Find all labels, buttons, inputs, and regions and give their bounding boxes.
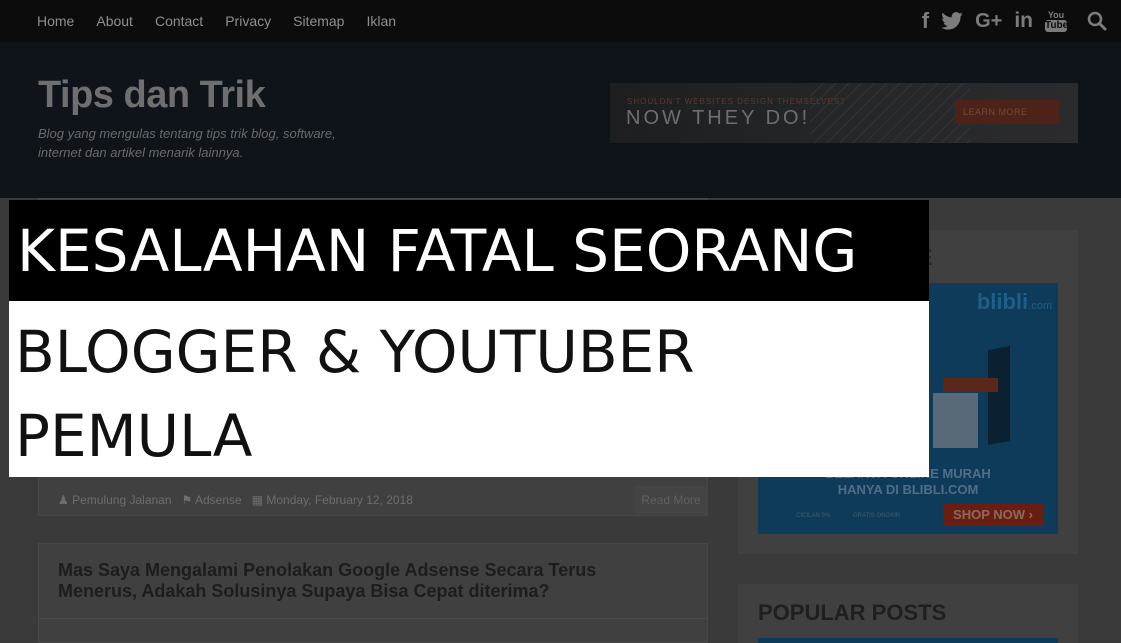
nav-privacy[interactable]: Privacy bbox=[214, 13, 282, 29]
search-icon[interactable] bbox=[1087, 11, 1107, 31]
nav-contact[interactable]: Contact bbox=[144, 13, 214, 29]
calendar-icon: ▦ bbox=[251, 493, 264, 507]
post-meta: ♟ Pemulung Jalanan ⚑ Adsense ▦ Monday, F… bbox=[38, 486, 708, 514]
tag-icon: ⚑ bbox=[181, 493, 193, 507]
youtube-icon-bottom: Tube bbox=[1045, 20, 1069, 32]
post-title[interactable]: Mas Saya Mengalami Penolakan Google Adse… bbox=[58, 560, 678, 602]
banner-pattern bbox=[810, 83, 970, 143]
monitor-illustration bbox=[988, 346, 1010, 445]
blibli-logo-suffix: .com bbox=[1028, 300, 1052, 312]
popular-post-thumbnail[interactable] bbox=[758, 638, 1058, 643]
post-date: Monday, February 12, 2018 bbox=[266, 493, 413, 507]
top-navbar: Home About Contact Privacy Sitemap Iklan… bbox=[0, 0, 1121, 42]
banner-small-text: SHOULDN'T WEBSITES DESIGN THEMSELVES? bbox=[627, 97, 846, 106]
hand-illustration bbox=[943, 378, 998, 392]
nav-sitemap[interactable]: Sitemap bbox=[282, 13, 355, 29]
facebook-icon[interactable]: f bbox=[922, 8, 929, 34]
popular-posts-title: POPULAR POSTS bbox=[758, 600, 947, 625]
divider bbox=[38, 618, 708, 619]
post-author[interactable]: Pemulung Jalanan bbox=[72, 493, 171, 507]
user-icon: ♟ bbox=[58, 493, 69, 507]
banner-learn-more-button[interactable]: LEARN MORE bbox=[955, 100, 1059, 124]
site-header: Tips dan Trik Blog yang mengulas tentang… bbox=[0, 42, 1121, 198]
shop-now-button[interactable]: SHOP NOW › bbox=[943, 504, 1043, 526]
nav-about[interactable]: About bbox=[85, 13, 144, 29]
nav-iklan[interactable]: Iklan bbox=[355, 13, 407, 29]
overlay-line-1: KESALAHAN FATAL SEORANG bbox=[17, 217, 858, 285]
overlay-line-3: PEMULA bbox=[15, 402, 253, 470]
youtube-icon[interactable]: You Tube bbox=[1045, 10, 1069, 32]
blibli-logo: blibli.com bbox=[977, 289, 1052, 315]
ad-footer-item: CICILAN 0% bbox=[796, 513, 831, 519]
ad-promo-line2: HANYA DI BLIBLI.COM bbox=[837, 482, 979, 497]
article-title-overlay: KESALAHAN FATAL SEORANG BLOGGER & YOUTUB… bbox=[9, 200, 929, 477]
post-label[interactable]: Adsense bbox=[195, 493, 242, 507]
header-ad-banner[interactable]: SHOULDN'T WEBSITES DESIGN THEMSELVES? NO… bbox=[610, 83, 1078, 143]
overlay-line-2: BLOGGER & YOUTUBER bbox=[15, 318, 695, 386]
social-icons: f G+ in You Tube bbox=[922, 0, 1107, 42]
main-nav: Home About Contact Privacy Sitemap Iklan bbox=[26, 0, 407, 42]
nav-home[interactable]: Home bbox=[26, 13, 85, 29]
site-description: Blog yang mengulas tentang tips trik blo… bbox=[38, 126, 336, 160]
site-title[interactable]: Tips dan Trik bbox=[38, 74, 266, 117]
read-more-button[interactable]: Read More bbox=[634, 486, 708, 514]
ad-footer-item: GRATIS ONGKIR bbox=[853, 513, 901, 519]
blibli-logo-text: blibli bbox=[976, 289, 1029, 314]
banner-big-text: NOW THEY DO! bbox=[626, 107, 811, 129]
youtube-icon-top: You bbox=[1047, 10, 1065, 20]
shopping-bag-illustration bbox=[933, 393, 978, 448]
linkedin-icon[interactable]: in bbox=[1014, 9, 1033, 33]
google-plus-icon[interactable]: G+ bbox=[975, 10, 1002, 33]
twitter-icon[interactable] bbox=[941, 12, 963, 30]
